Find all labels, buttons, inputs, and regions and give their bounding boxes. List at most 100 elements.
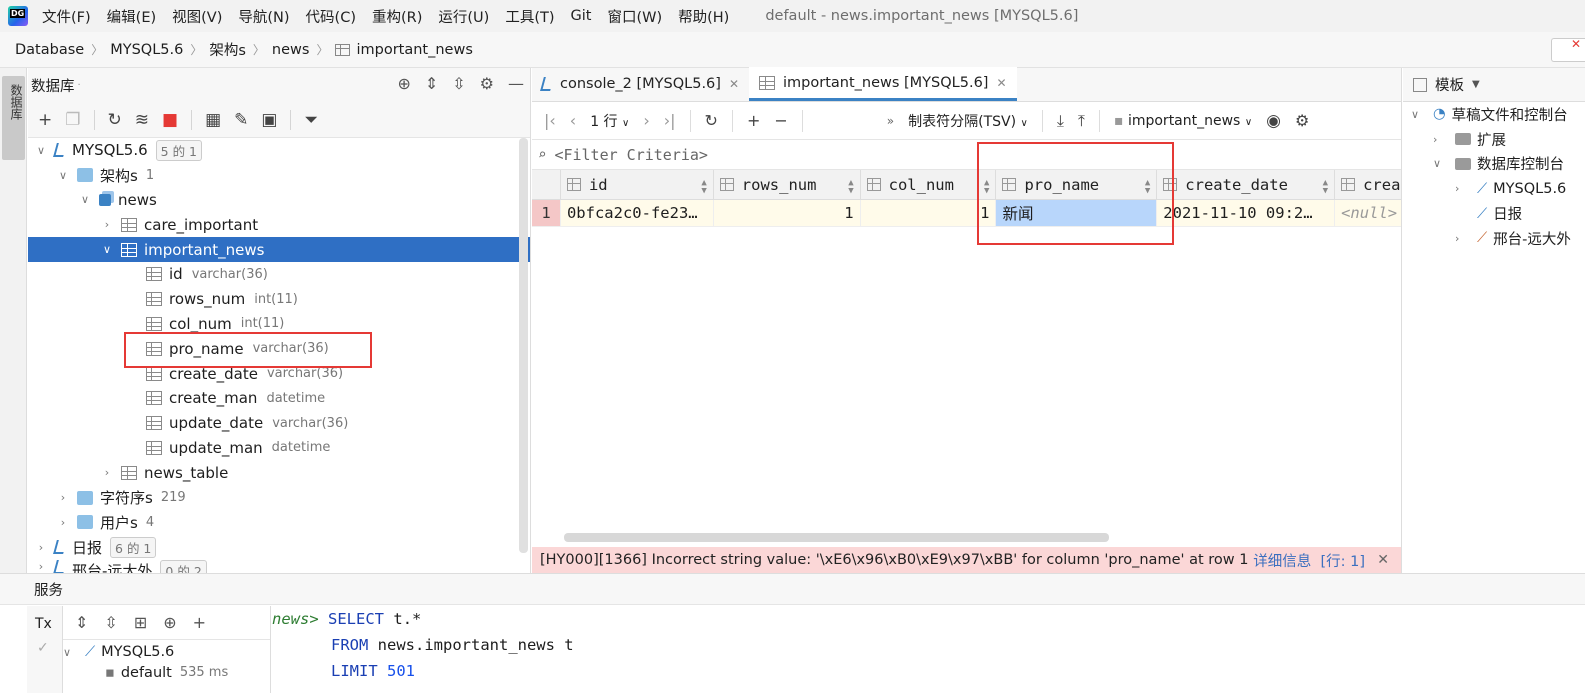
menu-help[interactable]: 帮助(H) bbox=[678, 6, 729, 27]
tree-node-scratches[interactable]: ∨ ◔ 草稿文件和控制台 bbox=[1403, 102, 1585, 127]
refresh-icon[interactable]: ↻ bbox=[705, 111, 718, 130]
table-view-icon[interactable]: ▦ bbox=[205, 110, 221, 130]
gear-icon[interactable]: ⚙ bbox=[480, 74, 494, 93]
copy-icon[interactable]: ❐ bbox=[65, 110, 80, 130]
tree-node-collations[interactable]: › 字符序s 219 bbox=[28, 485, 530, 510]
properties-icon[interactable]: ≋ bbox=[135, 110, 149, 130]
tree-node-news[interactable]: ∨ news bbox=[28, 188, 530, 213]
download-icon[interactable]: ⤓ bbox=[1057, 111, 1064, 131]
commit-icon[interactable]: ✓ bbox=[27, 632, 62, 656]
menu-git[interactable]: Git bbox=[571, 8, 592, 24]
menu-refactor[interactable]: 重构(R) bbox=[372, 6, 422, 27]
tree-node-ribao[interactable]: ⟋ 日报 bbox=[1403, 201, 1585, 226]
sort-icon[interactable]: ▲ ▼ bbox=[1323, 179, 1328, 196]
tree-node-news-table[interactable]: › news_table bbox=[28, 460, 530, 485]
column-header-rows-num[interactable]: rows_num ▲ ▼ bbox=[714, 170, 861, 199]
tree-node-important-news[interactable]: ∨ important_news bbox=[28, 237, 530, 262]
eye-icon[interactable]: ◉ bbox=[1266, 111, 1281, 131]
tree-node-care-important[interactable]: › care_important bbox=[28, 212, 530, 237]
column-header-create-man[interactable]: crea bbox=[1335, 170, 1401, 199]
expand-all-icon[interactable]: ⇕ bbox=[75, 613, 88, 632]
breadcrumb-item[interactable]: important_news bbox=[356, 42, 472, 58]
tree-node-xingtai[interactable]: › ⟋ 邢台-远大外 bbox=[1403, 226, 1585, 251]
last-page-icon[interactable]: ›| bbox=[664, 111, 676, 130]
refresh-icon[interactable]: ↻ bbox=[108, 110, 122, 130]
add-icon[interactable]: + bbox=[38, 110, 52, 130]
tab-important-news[interactable]: important_news [MYSQL5.6] ✕ bbox=[749, 67, 1017, 101]
tree-node-mysql56[interactable]: ∨ MYSQL5.6 5 的 1 bbox=[28, 138, 530, 163]
tree-node-ribao[interactable]: › 日报 6 的 1 bbox=[28, 535, 530, 560]
table-row[interactable]: 1 0bfca2c0-fe23… 1 1 新闻 2021-11-10 09:2…… bbox=[532, 200, 1401, 227]
minimize-icon[interactable]: — bbox=[508, 74, 524, 93]
target-icon[interactable]: ⊕ bbox=[397, 74, 410, 93]
column-header-create-date[interactable]: create_date ▲ ▼ bbox=[1157, 170, 1336, 199]
tab-console-2[interactable]: console_2 [MYSQL5.6] ✕ bbox=[532, 67, 749, 101]
collapse-all-icon[interactable]: ⇳ bbox=[104, 613, 117, 632]
tree-node-extensions[interactable]: › 扩展 bbox=[1403, 127, 1585, 152]
chevron-right-icon[interactable]: › bbox=[34, 560, 48, 573]
first-page-icon[interactable]: |‹ bbox=[544, 111, 556, 130]
stop-icon[interactable]: ■ bbox=[162, 110, 178, 130]
chevron-down-icon[interactable]: ∨ bbox=[1433, 157, 1447, 170]
row-count-selector[interactable]: 1 行 ∨ bbox=[590, 111, 629, 131]
chevron-right-icon[interactable]: › bbox=[100, 466, 114, 479]
menu-file[interactable]: 文件(F) bbox=[42, 6, 91, 27]
chevron-right-icon[interactable]: › bbox=[100, 218, 114, 231]
menu-view[interactable]: 视图(V) bbox=[172, 6, 222, 27]
tree-node-xingtai[interactable]: › 邢台-远大外 0 的 2 bbox=[28, 559, 530, 574]
vertical-scrollbar[interactable] bbox=[519, 138, 528, 553]
table-cell[interactable]: 1 bbox=[714, 200, 861, 226]
sql-console-icon[interactable]: ▣ bbox=[261, 110, 277, 130]
breadcrumb-item[interactable]: Database bbox=[15, 42, 84, 58]
services-node-default[interactable]: ▪ default 535 ms bbox=[63, 665, 270, 679]
tree-node-db-consoles[interactable]: ∨ 数据库控制台 bbox=[1403, 152, 1585, 177]
tree-node-schemas[interactable]: ∨ 架构s 1 bbox=[28, 163, 530, 188]
dropdown-triangle-icon[interactable]: ▼ bbox=[1472, 79, 1480, 90]
chevron-right-icon[interactable]: › bbox=[1455, 232, 1469, 245]
table-cell[interactable]: 0bfca2c0-fe23… bbox=[561, 200, 714, 226]
error-details-link[interactable]: 详细信息 [行: 1] bbox=[1253, 550, 1365, 571]
tree-node-column[interactable]: rows_num int(11) bbox=[28, 287, 530, 312]
target-selector[interactable]: ▪ important_news ∨ bbox=[1114, 113, 1252, 129]
horizontal-scrollbar[interactable] bbox=[564, 533, 1109, 542]
database-tool-tab[interactable]: 数据库 bbox=[2, 76, 25, 160]
menu-run[interactable]: 运行(U) bbox=[438, 6, 489, 27]
gear-icon[interactable]: ⚙ bbox=[1295, 111, 1309, 130]
tree-node-column[interactable]: update_date varchar(36) bbox=[28, 411, 530, 436]
filter-input[interactable]: <Filter Criteria> bbox=[554, 146, 708, 164]
column-header-id[interactable]: id ▲ ▼ bbox=[561, 170, 714, 199]
filter-icon[interactable]: ⏷ bbox=[304, 110, 318, 130]
new-tab-icon[interactable]: ⊕ bbox=[163, 613, 176, 632]
group-icon[interactable]: ⊞ bbox=[134, 613, 147, 632]
chevron-down-icon[interactable]: ∨ bbox=[1411, 108, 1425, 121]
close-icon[interactable]: ✕ bbox=[996, 76, 1006, 90]
menu-window[interactable]: 窗口(W) bbox=[607, 6, 662, 27]
breadcrumb-item[interactable]: 架构s bbox=[209, 39, 246, 60]
chevron-down-icon[interactable]: ∨ bbox=[63, 646, 77, 659]
tree-node-users[interactable]: › 用户s 4 bbox=[28, 510, 530, 535]
chevron-right-icon[interactable]: › bbox=[1433, 133, 1447, 146]
row-number[interactable]: 1 bbox=[532, 200, 561, 226]
breadcrumb-item[interactable]: MYSQL5.6 bbox=[110, 42, 183, 58]
more-icon[interactable]: » bbox=[887, 114, 894, 128]
breadcrumb-item[interactable]: news bbox=[272, 42, 310, 58]
tree-node-column[interactable]: create_man datetime bbox=[28, 386, 530, 411]
menu-tools[interactable]: 工具(T) bbox=[505, 6, 554, 27]
chevron-down-icon[interactable]: ∨ bbox=[78, 193, 92, 206]
add-icon[interactable]: + bbox=[193, 613, 206, 632]
table-cell[interactable]: <null> bbox=[1335, 200, 1401, 226]
chevron-right-icon[interactable]: › bbox=[34, 541, 48, 554]
chevron-down-icon[interactable]: ∨ bbox=[56, 169, 70, 182]
upload-icon[interactable]: ⤒ bbox=[1078, 111, 1085, 131]
delete-row-icon[interactable]: − bbox=[774, 111, 787, 130]
services-node-mysql56[interactable]: ∨ ⟋ MYSQL5.6 bbox=[63, 640, 270, 665]
add-row-icon[interactable]: + bbox=[747, 111, 760, 130]
inspection-status-icon[interactable] bbox=[1551, 37, 1585, 62]
chevron-right-icon[interactable]: › bbox=[56, 491, 70, 504]
tree-node-column[interactable]: id varchar(36) bbox=[28, 262, 530, 287]
menu-navigate[interactable]: 导航(N) bbox=[238, 6, 289, 27]
expand-all-icon[interactable]: ⇕ bbox=[425, 74, 438, 93]
close-icon[interactable]: ✕ bbox=[1377, 552, 1389, 568]
table-cell[interactable]: 2021-11-10 09:2… bbox=[1157, 200, 1336, 226]
tx-mode-button[interactable]: Tx bbox=[27, 606, 62, 632]
